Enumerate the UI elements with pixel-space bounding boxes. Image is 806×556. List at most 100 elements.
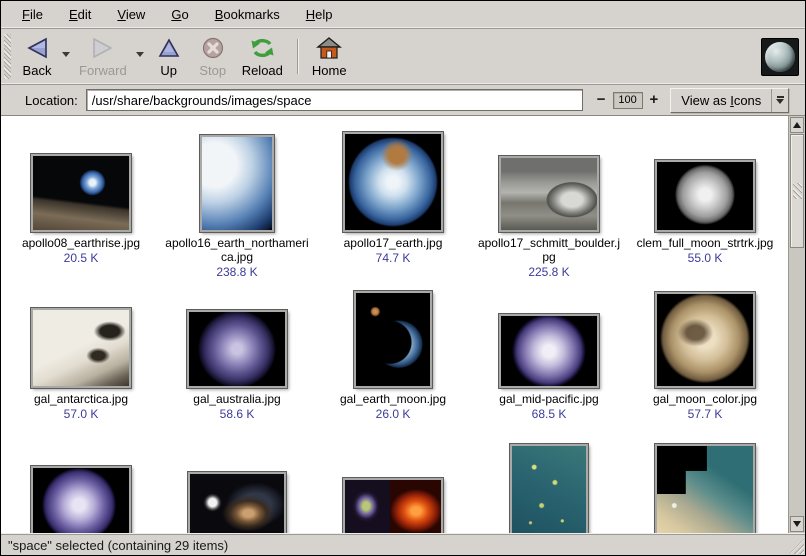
file-item[interactable] (471, 440, 627, 533)
file-size: 20.5 K (64, 251, 99, 265)
vertical-scrollbar (788, 116, 805, 533)
file-grid-row (3, 440, 788, 533)
file-thumbnail[interactable] (655, 160, 755, 232)
file-item[interactable] (627, 440, 783, 533)
file-icon-box (343, 440, 443, 533)
menu-view[interactable]: View (104, 2, 158, 27)
file-item[interactable]: clem_full_moon_strtrk.jpg55.0 K (627, 128, 783, 284)
zoom-in-button[interactable]: + (646, 92, 663, 108)
menu-file[interactable]: File (9, 2, 56, 27)
file-thumbnail[interactable] (31, 308, 131, 388)
file-grid-row: apollo08_earthrise.jpg20.5 Kapollo16_ear… (3, 128, 788, 284)
zoom-out-button[interactable]: − (593, 92, 610, 108)
file-name: apollo17_schmitt_boulder.jpg (477, 236, 621, 264)
view-mode-dropdown[interactable]: View as Icons (670, 88, 789, 113)
throbber-globe-icon (761, 38, 799, 76)
file-icon-box (343, 128, 443, 232)
menu-bookmarks[interactable]: Bookmarks (202, 2, 293, 27)
file-icon-box (200, 128, 274, 232)
status-text: "space" selected (containing 29 items) (8, 536, 228, 553)
toolbar: Back Forward Up Stop Reload Home (1, 29, 805, 85)
arrow-down-icon (793, 521, 801, 527)
scrollbar-thumb[interactable] (790, 134, 804, 248)
file-thumbnail[interactable] (31, 466, 131, 533)
back-icon (25, 35, 50, 61)
file-item[interactable]: gal_antarctica.jpg57.0 K (3, 284, 159, 440)
file-thumbnail[interactable] (187, 310, 287, 388)
chevron-down-icon (776, 99, 784, 104)
forward-button: Forward (72, 31, 134, 81)
stop-icon (201, 35, 225, 61)
file-name: clem_full_moon_strtrk.jpg (637, 236, 774, 250)
back-button-label: Back (23, 63, 52, 78)
file-thumbnail[interactable] (655, 444, 755, 533)
folder-view: apollo08_earthrise.jpg20.5 Kapollo16_ear… (1, 116, 805, 533)
file-icon-box (31, 440, 131, 533)
file-icon-box (655, 284, 755, 388)
scrollbar-grip-icon (793, 183, 802, 199)
scroll-down-button[interactable] (790, 516, 804, 532)
zoom-level-display: 100 (613, 92, 643, 109)
file-item[interactable]: apollo08_earthrise.jpg20.5 K (3, 128, 159, 284)
toolbar-drag-handle[interactable] (4, 34, 11, 79)
menu-bar: FileEditViewGoBookmarksHelp (1, 1, 805, 29)
file-icon-box (655, 128, 755, 232)
reload-icon (249, 35, 276, 61)
view-mode-dropdown-arrow[interactable] (771, 89, 788, 112)
file-icon-box (499, 284, 599, 388)
window-resize-grip[interactable] (789, 539, 804, 554)
file-thumbnail[interactable] (510, 444, 588, 533)
location-bar: Location: − 100 + View as Icons (1, 85, 805, 116)
location-input[interactable] (86, 89, 583, 111)
chevron-down-icon (62, 52, 70, 57)
menu-help[interactable]: Help (293, 2, 346, 27)
file-item[interactable]: gal_earth_moon.jpg26.0 K (315, 284, 471, 440)
file-item[interactable]: gal_mid-pacific.jpg68.5 K (471, 284, 627, 440)
file-size: 68.5 K (532, 407, 567, 421)
file-name: gal_australia.jpg (193, 392, 280, 406)
file-thumbnail[interactable] (343, 132, 443, 232)
file-thumbnail[interactable] (655, 292, 755, 388)
back-button[interactable]: Back (15, 31, 59, 81)
forward-button-label: Forward (79, 63, 127, 78)
file-thumbnail[interactable] (188, 472, 286, 533)
up-button[interactable]: Up (147, 31, 191, 81)
menu-go[interactable]: Go (158, 2, 201, 27)
file-thumbnail[interactable] (31, 154, 131, 232)
file-item[interactable]: apollo17_earth.jpg74.7 K (315, 128, 471, 284)
file-thumbnail[interactable] (499, 156, 599, 232)
back-history-dropdown[interactable] (59, 46, 72, 62)
file-icon-box (354, 284, 432, 388)
stop-button-label: Stop (199, 63, 226, 78)
forward-history-dropdown (134, 46, 147, 62)
file-item[interactable]: gal_moon_color.jpg57.7 K (627, 284, 783, 440)
file-icon-box (188, 440, 286, 533)
file-icon-box (31, 284, 131, 388)
file-size: 58.6 K (220, 407, 255, 421)
file-size: 57.7 K (688, 407, 723, 421)
file-thumbnail[interactable] (499, 314, 599, 388)
reload-button[interactable]: Reload (235, 31, 290, 81)
scroll-up-button[interactable] (790, 117, 804, 133)
file-item[interactable] (3, 440, 159, 533)
file-item[interactable] (315, 440, 471, 533)
file-item[interactable]: apollo17_schmitt_boulder.jpg225.8 K (471, 128, 627, 284)
menu-edit[interactable]: Edit (56, 2, 104, 27)
file-item[interactable]: apollo16_earth_northamerica.jpg238.8 K (159, 128, 315, 284)
file-name: gal_earth_moon.jpg (340, 392, 446, 406)
file-thumbnail[interactable] (343, 478, 443, 533)
file-thumbnail[interactable] (200, 135, 274, 232)
file-name: gal_moon_color.jpg (653, 392, 757, 406)
file-size: 225.8 K (528, 265, 569, 279)
file-icon-box (510, 440, 588, 533)
file-icon-box (655, 440, 755, 533)
combo-indicator-bar (777, 96, 784, 98)
file-size: 238.8 K (216, 265, 257, 279)
file-item[interactable] (159, 440, 315, 533)
file-thumbnail[interactable] (354, 291, 432, 388)
file-item[interactable]: gal_australia.jpg58.6 K (159, 284, 315, 440)
forward-icon (90, 35, 115, 61)
up-icon (157, 35, 181, 61)
file-icon-box (31, 128, 131, 232)
home-button[interactable]: Home (305, 31, 354, 81)
